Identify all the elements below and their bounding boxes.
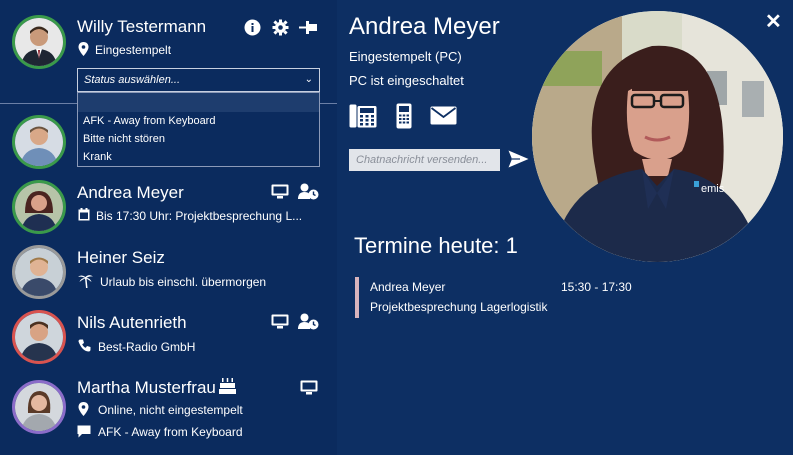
contact-name: Martha Musterfrau [77,378,216,397]
contact-name: Nils Autenrieth [77,313,187,332]
close-icon[interactable]: ✕ [765,9,782,34]
appointment-subject: Projektbesprechung Lagerlogistik [370,300,548,314]
email-icon[interactable] [430,106,457,125]
gear-icon[interactable] [272,19,289,36]
birthday-cake-icon [219,378,236,394]
mobile-phone-icon[interactable] [396,103,412,129]
my-avatar[interactable] [12,15,66,69]
chevron-down-icon: ⌄ [304,74,313,85]
monitor-icon [300,380,318,395]
my-location-status: Eingestempelt [95,43,172,57]
status-option-empty[interactable] [78,93,319,112]
contact-name: Heiner Seiz [77,248,165,267]
contact-status-line-2: AFK - Away from Keyboard [98,425,243,439]
my-name: Willy Testermann [77,17,207,36]
location-icon [78,402,89,416]
status-option[interactable]: AFK - Away from Keyboard [78,112,319,130]
monitor-icon [271,314,289,329]
contact-avatar-nils-autenrieth[interactable] [12,310,66,364]
detail-status: Eingestempelt (PC) [349,49,462,64]
appointments-title: Termine heute: 1 [354,233,518,258]
contact-avatar-andrea-meyer[interactable] [12,180,66,234]
appointment-time: 15:30 - 17:30 [561,280,632,294]
contact-avatar[interactable] [12,115,66,169]
appointment-person: Andrea Meyer [370,280,446,294]
status-select-placeholder: Status auswählen... [84,74,181,86]
desk-phone-icon[interactable] [349,104,377,128]
contact-name: Andrea Meyer [77,183,184,202]
user-clock-icon [298,183,319,200]
contact-status-line: Best-Radio GmbH [98,340,196,354]
monitor-icon [271,184,289,199]
contact-avatar-heiner-seiz[interactable] [12,245,66,299]
status-option[interactable]: Bitte nicht stören [78,130,319,148]
shirt-logo-text: emis [701,183,725,195]
status-select[interactable]: Status auswählen... ⌄ [77,68,320,92]
status-option[interactable]: Krank [78,148,319,166]
phone-icon [78,339,91,352]
user-clock-icon [298,313,319,330]
appointment-marker [355,277,359,318]
palm-tree-icon [78,275,93,288]
detail-name: Andrea Meyer [349,13,500,40]
contact-avatar-martha-musterfrau[interactable] [12,380,66,434]
status-dropdown: AFK - Away from Keyboard Bitte nicht stö… [77,92,320,167]
info-icon[interactable] [244,19,261,36]
chat-input[interactable]: Chatnachricht versenden... [349,149,500,171]
contact-photo: emis [532,11,783,262]
detail-pc-state: PC ist eingeschaltet [349,73,464,88]
contact-status-line: Urlaub bis einschl. übermorgen [100,275,267,289]
chat-bubble-icon [77,425,91,438]
contact-status-line: Bis 17:30 Uhr: Projektbesprechung L... [96,209,303,223]
chat-input-placeholder: Chatnachricht versenden... [356,154,488,166]
pin-icon[interactable] [299,20,318,35]
contact-list-panel: Willy Testermann Eingestempelt Andrea Me… [0,0,337,455]
calendar-icon [78,208,90,221]
location-icon [78,42,89,56]
send-icon[interactable] [508,150,529,168]
contact-status-line: Online, nicht eingestempelt [98,403,243,417]
